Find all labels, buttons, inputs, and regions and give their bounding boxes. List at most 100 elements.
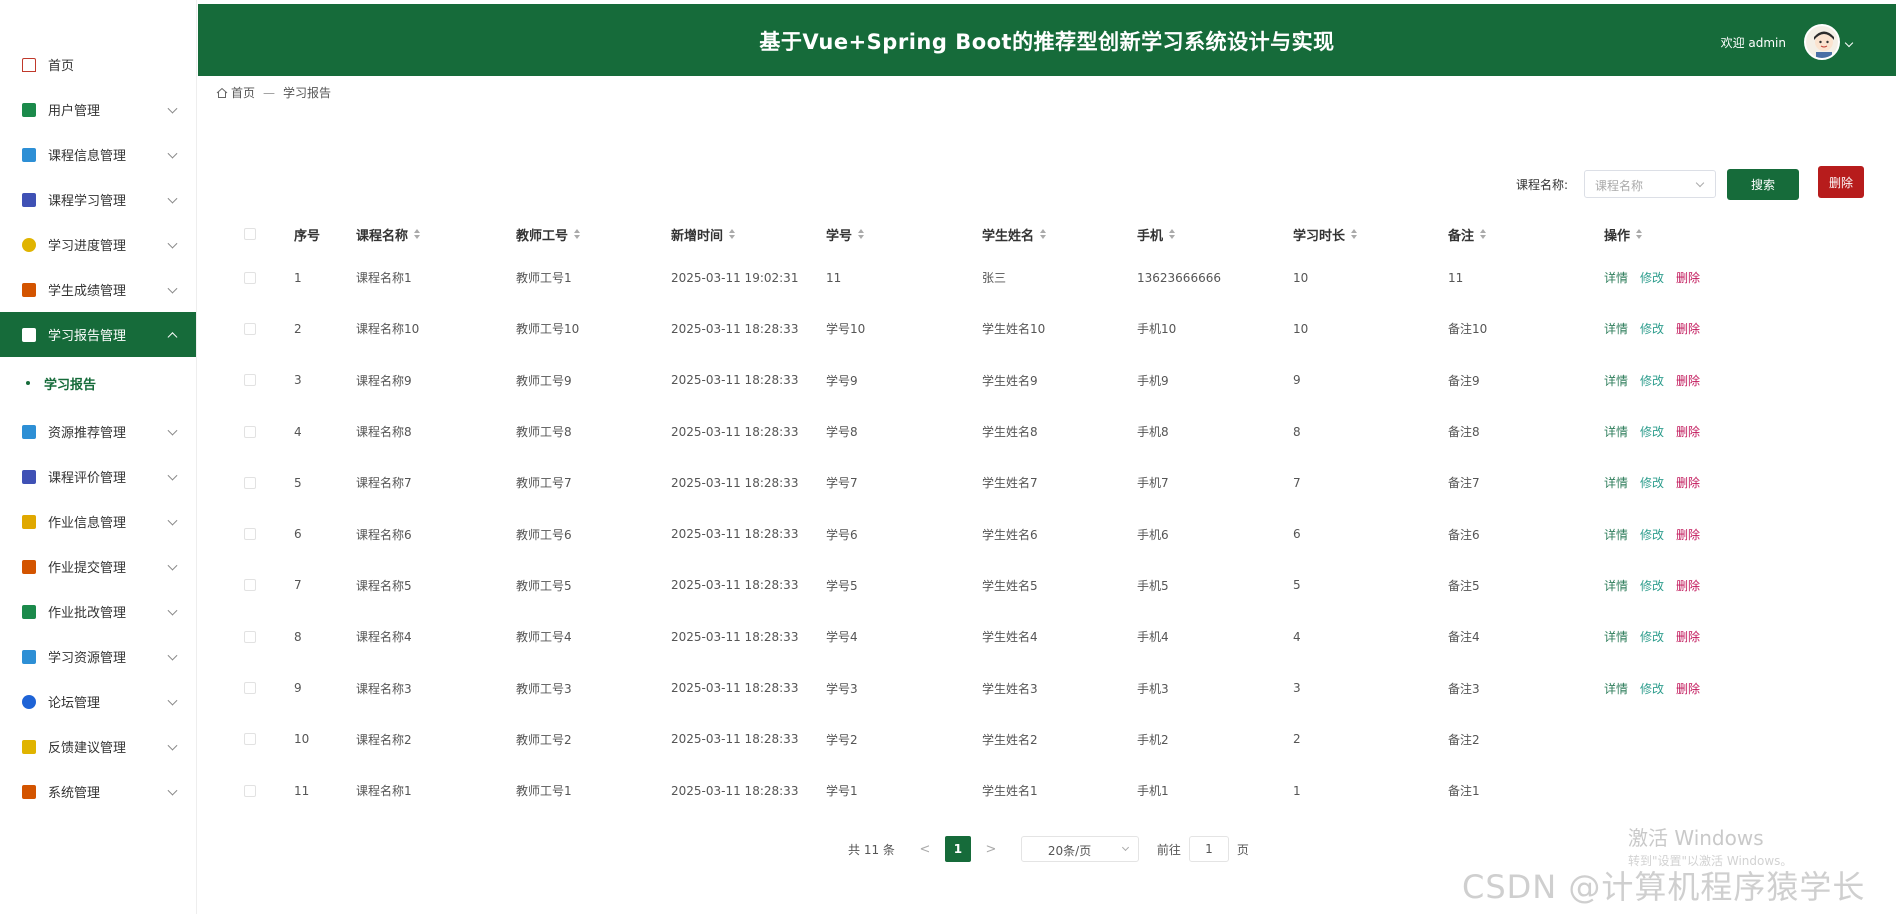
row-checkbox[interactable] (244, 374, 256, 387)
cell-time: 2025-03-11 18:28:33 (671, 373, 799, 388)
sidebar-item[interactable]: 学习进度管理 (0, 222, 196, 267)
cell-note: 备注2 (1448, 732, 1480, 747)
header-teacher[interactable]: 教师工号 (516, 225, 671, 244)
sidebar-item[interactable]: 学习资源管理 (0, 634, 196, 679)
row-detail-link[interactable]: 详情 (1604, 320, 1628, 337)
row-checkbox[interactable] (244, 579, 256, 592)
page-number-button[interactable]: 1 (944, 836, 971, 862)
sidebar-item[interactable]: 课程评价管理 (0, 454, 196, 499)
sort-icon[interactable] (729, 229, 736, 239)
row-delete-link[interactable]: 删除 (1676, 269, 1700, 286)
header-duration[interactable]: 学习时长 (1293, 225, 1448, 244)
row-checkbox[interactable] (244, 271, 256, 284)
header-phone[interactable]: 手机 (1137, 225, 1293, 244)
row-edit-link[interactable]: 修改 (1640, 526, 1664, 543)
row-select-cell (234, 322, 294, 335)
row-delete-link[interactable]: 删除 (1676, 474, 1700, 491)
row-detail-link[interactable]: 详情 (1604, 628, 1628, 645)
table-header: 序号 课程名称 教师工号 新增时间 学号 学生姓名 手机 学习时长 备注 操作 (234, 216, 1794, 252)
row-checkbox[interactable] (244, 322, 256, 335)
course-name-select[interactable]: 课程名称 (1584, 170, 1716, 198)
sidebar-item[interactable]: 学习报告管理 (0, 312, 196, 357)
cell-time: 2025-03-11 18:28:33 (671, 475, 799, 490)
select-all-checkbox[interactable] (244, 228, 256, 240)
sidebar-item[interactable]: 学生成绩管理 (0, 267, 196, 312)
row-delete-link[interactable]: 删除 (1676, 423, 1700, 440)
sidebar-item[interactable]: 课程学习管理 (0, 177, 196, 222)
sidebar-item[interactable]: 作业批改管理 (0, 589, 196, 634)
row-delete-link[interactable]: 删除 (1676, 628, 1700, 645)
sidebar-item[interactable]: 资源推荐管理 (0, 409, 196, 454)
sort-icon[interactable] (414, 229, 421, 239)
header-ops[interactable]: 操作 (1604, 225, 1754, 244)
sort-icon[interactable] (574, 229, 581, 239)
cell-teacher: 教师工号9 (516, 373, 572, 388)
sidebar-item[interactable]: 作业提交管理 (0, 544, 196, 589)
row-checkbox[interactable] (244, 733, 256, 746)
sidebar-item[interactable]: 论坛管理 (0, 679, 196, 724)
header-note[interactable]: 备注 (1448, 225, 1604, 244)
table-row: 9 课程名称3 教师工号3 2025-03-11 18:28:33 学号3 学生姓名3 手机… (234, 662, 1794, 713)
sidebar-item[interactable]: 反馈建议管理 (0, 724, 196, 769)
cell-phone: 手机6 (1137, 527, 1169, 542)
delete-button[interactable]: 删除 (1818, 166, 1864, 198)
prev-page-button[interactable]: < (915, 842, 935, 857)
row-edit-link[interactable]: 修改 (1640, 474, 1664, 491)
row-detail-link[interactable]: 详情 (1604, 269, 1628, 286)
row-detail-link[interactable]: 详情 (1604, 474, 1628, 491)
row-detail-link[interactable]: 详情 (1604, 423, 1628, 440)
row-detail-link[interactable]: 详情 (1604, 577, 1628, 594)
row-detail-link[interactable]: 详情 (1604, 680, 1628, 697)
row-delete-link[interactable]: 删除 (1676, 577, 1700, 594)
cell-stuname: 学生姓名8 (982, 425, 1038, 440)
row-delete-link[interactable]: 删除 (1676, 372, 1700, 389)
row-edit-link[interactable]: 修改 (1640, 269, 1664, 286)
row-checkbox[interactable] (244, 425, 256, 438)
row-select-cell (234, 425, 294, 438)
cell-teacher: 教师工号3 (516, 681, 572, 696)
row-edit-link[interactable]: 修改 (1640, 372, 1664, 389)
sort-icon[interactable] (1636, 229, 1643, 239)
cell-note: 11 (1448, 270, 1464, 285)
row-checkbox[interactable] (244, 528, 256, 541)
row-edit-link[interactable]: 修改 (1640, 680, 1664, 697)
row-edit-link[interactable]: 修改 (1640, 320, 1664, 337)
row-checkbox[interactable] (244, 682, 256, 695)
row-checkbox[interactable] (244, 476, 256, 489)
row-edit-link[interactable]: 修改 (1640, 577, 1664, 594)
header-stuno[interactable]: 学号 (826, 225, 982, 244)
breadcrumb-home[interactable]: 首页 (231, 84, 255, 101)
cell-no: 10 (294, 732, 310, 747)
sort-icon[interactable] (1480, 229, 1487, 239)
row-edit-link[interactable]: 修改 (1640, 628, 1664, 645)
header-stuname[interactable]: 学生姓名 (982, 225, 1137, 244)
row-edit-link[interactable]: 修改 (1640, 423, 1664, 440)
search-button[interactable]: 搜索 (1727, 169, 1799, 200)
sidebar-item[interactable]: 用户管理 (0, 87, 196, 132)
header-course[interactable]: 课程名称 (356, 225, 516, 244)
page-size-select[interactable]: 20条/页 (1020, 836, 1139, 862)
row-checkbox[interactable] (244, 630, 256, 643)
sidebar-item[interactable]: 系统管理 (0, 769, 196, 814)
submenu-item-report[interactable]: 学习报告 (0, 357, 196, 409)
sidebar-item[interactable]: 首页 (0, 42, 196, 87)
sort-icon[interactable] (1351, 229, 1358, 239)
sidebar-item[interactable]: 作业信息管理 (0, 499, 196, 544)
avatar[interactable] (1804, 24, 1840, 60)
sort-icon[interactable] (1169, 229, 1176, 239)
clock-icon (22, 237, 36, 252)
row-detail-link[interactable]: 详情 (1604, 526, 1628, 543)
row-checkbox[interactable] (244, 784, 256, 797)
goto-page-input[interactable]: 1 (1188, 836, 1229, 862)
row-delete-link[interactable]: 删除 (1676, 320, 1700, 337)
header-time[interactable]: 新增时间 (671, 225, 826, 244)
row-delete-link[interactable]: 删除 (1676, 680, 1700, 697)
sort-icon[interactable] (1040, 229, 1047, 239)
sort-icon[interactable] (858, 229, 865, 239)
row-delete-link[interactable]: 删除 (1676, 526, 1700, 543)
sidebar-item[interactable]: 课程信息管理 (0, 132, 196, 177)
row-detail-link[interactable]: 详情 (1604, 372, 1628, 389)
cell-note: 备注6 (1448, 527, 1480, 542)
table-row: 8 课程名称4 教师工号4 2025-03-11 18:28:33 学号4 学生姓名4 手机… (234, 611, 1794, 662)
next-page-button[interactable]: > (981, 842, 1001, 857)
